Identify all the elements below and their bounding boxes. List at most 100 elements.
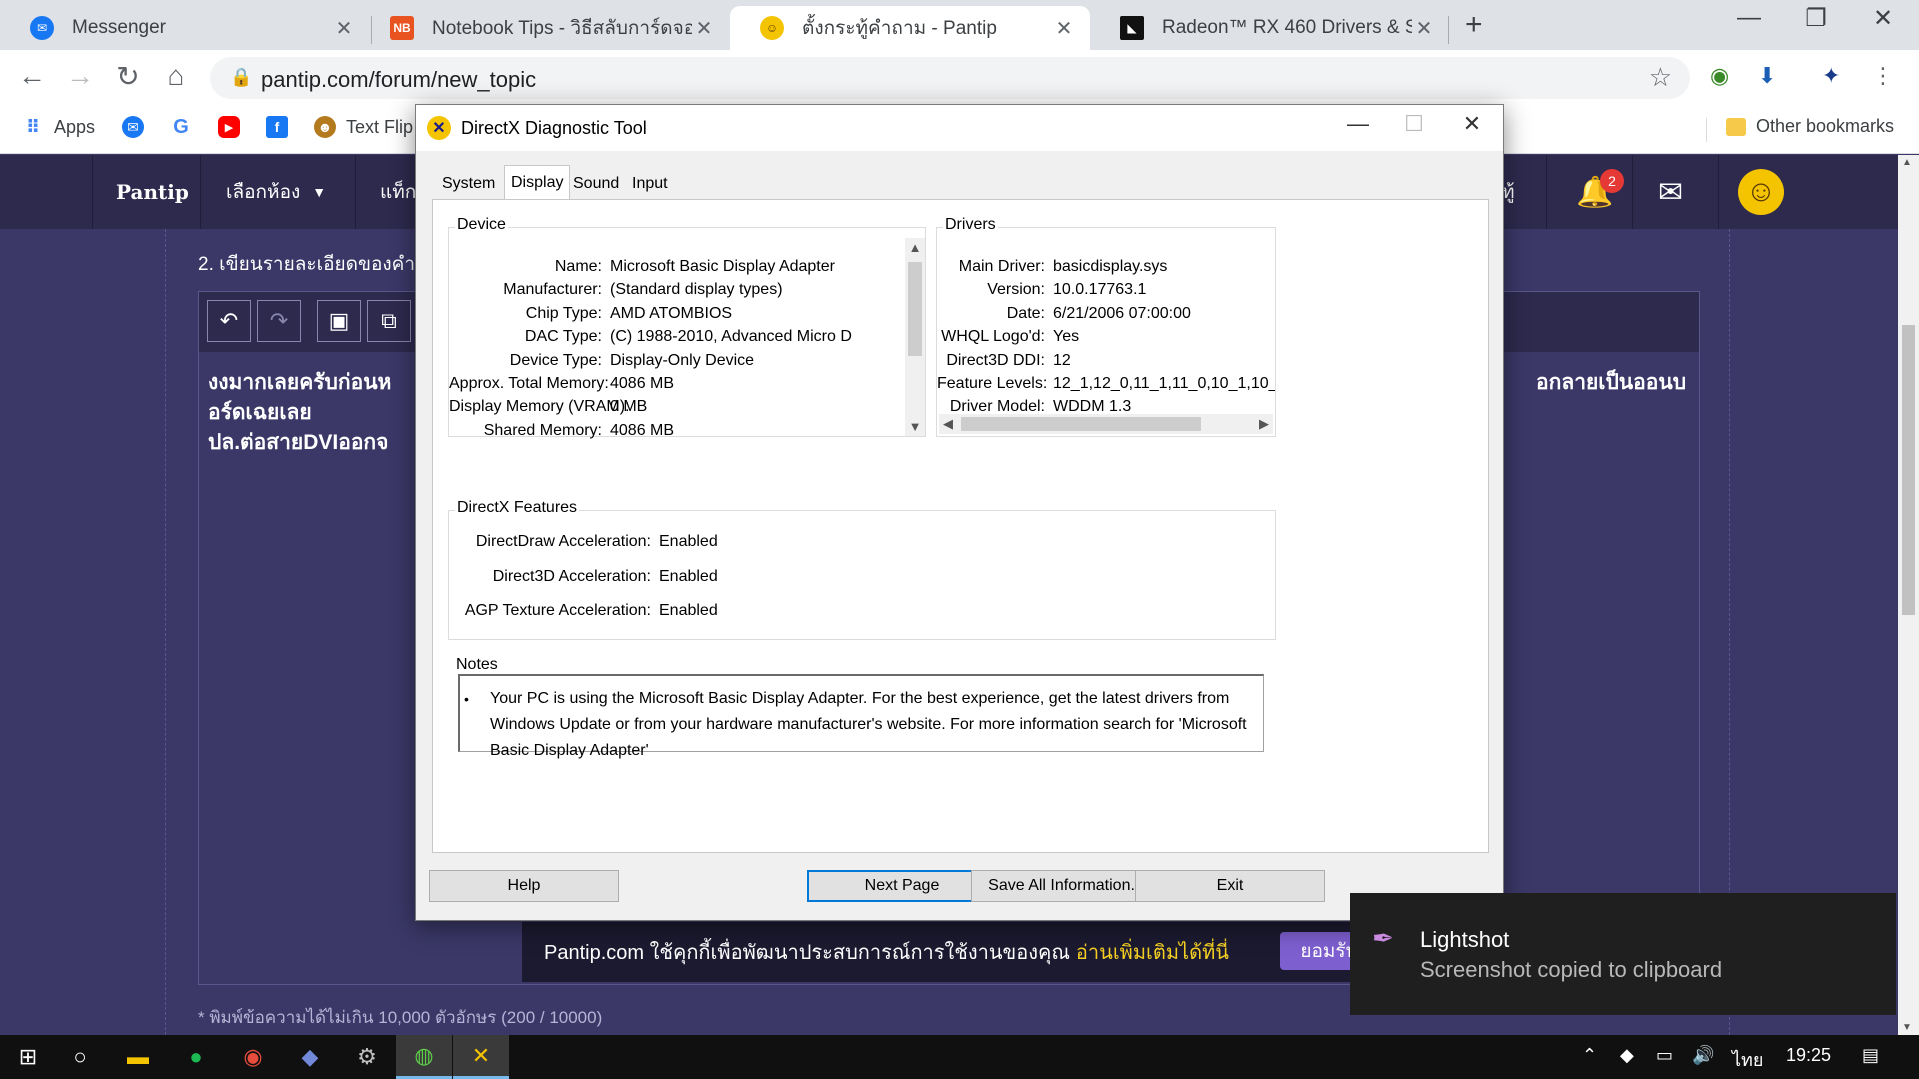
tray-chevron-up-icon[interactable]: ⌃ bbox=[1582, 1045, 1597, 1066]
next-page-button[interactable]: Next Page bbox=[807, 870, 997, 902]
tab-pantip[interactable]: ☺ ตั้งกระทู้คำถาม - Pantip ✕ bbox=[730, 6, 1090, 50]
tab-notebook-tips[interactable]: NB Notebook Tips - วิธีสลับการ์ดจอ Int ✕ bbox=[360, 6, 730, 50]
scroll-left-icon[interactable]: ◀ bbox=[943, 416, 953, 432]
bookmark-other[interactable]: Other bookmarks bbox=[1726, 116, 1894, 137]
bookmark-label: Apps bbox=[54, 116, 96, 137]
group-title: Notes bbox=[454, 656, 500, 674]
tab-messenger[interactable]: ✉ Messenger ✕ bbox=[0, 6, 370, 50]
avatar[interactable]: ☺ bbox=[1738, 169, 1784, 215]
mail-icon[interactable]: ✉ bbox=[1658, 155, 1683, 229]
close-icon[interactable]: ✕ bbox=[1412, 16, 1436, 41]
volume-icon[interactable]: 🔊 bbox=[1692, 1045, 1714, 1066]
scroll-down-icon[interactable]: ▼ bbox=[1902, 1022, 1912, 1033]
cortana-search-icon[interactable]: ○ bbox=[52, 1035, 108, 1079]
device-field-key: DAC Type: bbox=[524, 328, 602, 346]
driver-field-key: Date: bbox=[1006, 304, 1045, 322]
drivers-h-scrollbar[interactable]: ◀ ▶ bbox=[939, 414, 1273, 434]
scrollbar-thumb[interactable] bbox=[961, 417, 1201, 431]
save-all-information-button[interactable]: Save All Information... bbox=[971, 870, 1161, 902]
language-indicator[interactable]: ไทย bbox=[1732, 1045, 1763, 1074]
bookmark-star-icon[interactable]: ☆ bbox=[1649, 62, 1672, 93]
editor-text-line: ปล.ต่อสายDVIออกจ bbox=[208, 431, 389, 454]
editor-text-line: งงมากเลยครับก่อนห bbox=[208, 371, 392, 394]
forward-icon[interactable]: → bbox=[62, 60, 98, 92]
dxdiag-title-bar[interactable]: ✕ DirectX Diagnostic Tool — ☐ ✕ bbox=[416, 105, 1503, 151]
nav-separator bbox=[92, 155, 93, 229]
bookmark-facebook[interactable]: f bbox=[266, 116, 298, 138]
undo-icon[interactable]: ↶ bbox=[207, 300, 251, 342]
help-button[interactable]: Help bbox=[429, 870, 619, 902]
address-bar[interactable]: 🔒 pantip.com/forum/new_topic ☆ bbox=[210, 57, 1690, 99]
redo-icon[interactable]: ↷ bbox=[257, 300, 301, 342]
tab-radeon[interactable]: ◣ Radeon™ RX 460 Drivers & Supp ✕ bbox=[1090, 6, 1450, 50]
bookmark-apps[interactable]: ⠿ Apps bbox=[22, 116, 95, 138]
caret-down-icon: ▼ bbox=[312, 184, 327, 200]
minimize-icon[interactable]: — bbox=[1330, 111, 1386, 137]
notes-box[interactable]: • Your PC is using the Microsoft Basic D… bbox=[458, 674, 1264, 759]
drivers-list: Main Driver: basicdisplay.sys Version: 10.0… bbox=[937, 228, 1275, 416]
tab-system[interactable]: System bbox=[436, 169, 501, 199]
exit-button[interactable]: Exit bbox=[1135, 870, 1325, 902]
tab-display[interactable]: Display bbox=[504, 165, 571, 200]
nav-choose-room[interactable]: เลือกห้อง ▼ bbox=[226, 155, 326, 229]
editor-text-line: อร์ดเฉยเลย bbox=[208, 401, 312, 424]
spotify-icon[interactable]: ● bbox=[168, 1035, 224, 1079]
bullet: • bbox=[464, 691, 469, 707]
action-center-icon[interactable]: ▤ bbox=[1862, 1045, 1879, 1066]
device-scrollbar[interactable]: ▲ ▼ bbox=[905, 238, 925, 436]
bookmark-google[interactable]: G bbox=[170, 116, 202, 138]
lightshot-notification[interactable]: ✒ Lightshot Screenshot copied to clipboa… bbox=[1350, 893, 1896, 1015]
home-icon[interactable]: ⌂ bbox=[158, 60, 194, 92]
nav-separator bbox=[355, 155, 356, 229]
maximize-icon[interactable]: ☐ bbox=[1386, 111, 1442, 137]
discord-icon[interactable]: ◆ bbox=[282, 1035, 338, 1079]
close-icon[interactable]: ✕ bbox=[692, 16, 716, 41]
scroll-up-icon[interactable]: ▲ bbox=[1902, 157, 1912, 168]
scrollbar-thumb[interactable] bbox=[908, 262, 922, 356]
close-icon[interactable]: ✕ bbox=[332, 16, 356, 41]
extension-icon[interactable]: ✦ bbox=[1822, 63, 1840, 89]
toast-message: Screenshot copied to clipboard bbox=[1420, 957, 1723, 982]
scroll-down-icon[interactable]: ▼ bbox=[905, 419, 925, 434]
new-tab-button[interactable]: + bbox=[1465, 8, 1483, 42]
restore-icon[interactable]: ❐ bbox=[1796, 4, 1836, 33]
scroll-right-icon[interactable]: ▶ bbox=[1259, 416, 1269, 432]
minimize-icon[interactable]: — bbox=[1729, 4, 1769, 32]
url-text[interactable]: pantip.com/forum/new_topic bbox=[261, 67, 536, 93]
extension-globe-icon[interactable]: ◉ bbox=[1710, 63, 1729, 89]
chrome-icon[interactable]: ◉ bbox=[225, 1035, 281, 1079]
start-windows-icon[interactable]: ⊞ bbox=[0, 1035, 56, 1079]
menu-kebab-icon[interactable]: ⋮ bbox=[1872, 63, 1894, 89]
close-window-icon[interactable]: ✕ bbox=[1863, 4, 1903, 33]
nav-separator bbox=[1546, 155, 1547, 229]
bookmark-text-flip[interactable]: ☻ Text Flip bbox=[314, 116, 413, 138]
scroll-up-icon[interactable]: ▲ bbox=[905, 240, 925, 255]
clock[interactable]: 19:25 bbox=[1786, 1045, 1831, 1066]
steam-icon[interactable]: ⚙ bbox=[339, 1035, 395, 1079]
file-explorer-icon[interactable]: ▬ bbox=[110, 1035, 166, 1079]
nav-tag[interactable]: แท็ก bbox=[380, 155, 416, 229]
discord-tray-icon[interactable]: ◆ bbox=[1620, 1045, 1634, 1066]
bookmark-youtube[interactable]: ▶ bbox=[218, 116, 250, 138]
reload-icon[interactable]: ↻ bbox=[110, 60, 146, 93]
dxdiag-taskbar-icon[interactable]: ✕ bbox=[453, 1035, 509, 1079]
insert-media-icon[interactable]: ⧉ bbox=[367, 300, 411, 342]
bookmark-messenger[interactable]: ✉ bbox=[122, 116, 154, 138]
network-icon[interactable]: ▭ bbox=[1656, 1045, 1673, 1066]
cookie-read-more-link[interactable]: อ่านเพิ่มเติมได้ที่นี่ bbox=[1076, 936, 1229, 968]
insert-image-icon[interactable]: ▣ bbox=[317, 300, 361, 342]
download-extension-icon[interactable]: ⬇ bbox=[1758, 63, 1776, 89]
device-field-value: (C) 1988-2010, Advanced Micro D bbox=[610, 328, 852, 346]
driver-field-value: 12 bbox=[1053, 351, 1071, 369]
back-icon[interactable]: ← bbox=[14, 60, 50, 92]
pantip-logo[interactable]: Pantip bbox=[116, 155, 189, 229]
tab-sound[interactable]: Sound bbox=[567, 169, 625, 199]
close-icon[interactable]: ✕ bbox=[1444, 111, 1500, 137]
page-scrollbar[interactable]: ▲ ▼ bbox=[1898, 155, 1919, 1035]
tab-input[interactable]: Input bbox=[626, 169, 674, 199]
globe-app-icon[interactable]: ◍ bbox=[396, 1035, 452, 1079]
browser-tab-strip: ✉ Messenger ✕ NB Notebook Tips - วิธีสลั… bbox=[0, 0, 1919, 50]
device-field-value: Display-Only Device bbox=[610, 351, 755, 369]
close-icon[interactable]: ✕ bbox=[1052, 16, 1076, 41]
scrollbar-thumb[interactable] bbox=[1902, 325, 1915, 615]
